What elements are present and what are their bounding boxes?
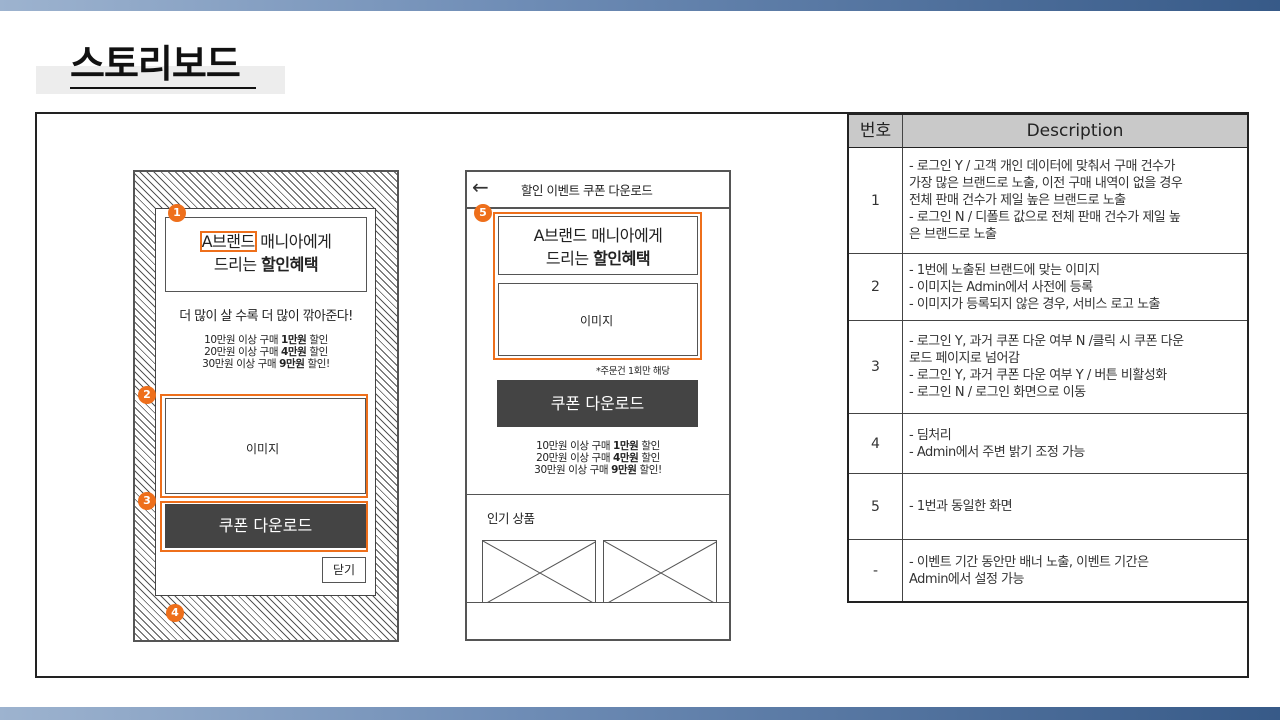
tier-row: 30만원 이상 구매 9만원 할인!	[534, 464, 662, 476]
bottom-accent-bar	[0, 707, 1280, 720]
headline2-line2-bold: 할인혜택	[593, 249, 651, 268]
coupon-note: *주문건 1회만 해당	[596, 366, 670, 377]
table-row: 1 - 로그인 Y / 고객 개인 데이터에 맞춰서 구매 건수가 가장 많은 브…	[849, 148, 1247, 254]
row-description: - 로그인 Y, 과거 쿠폰 다운 여부 N /클릭 시 쿠폰 다운 로드 페이지…	[909, 334, 1184, 400]
headline-line1-rest: 매니아에게	[255, 232, 332, 251]
title-underline	[70, 87, 256, 89]
coupon-download-button-2[interactable]: 쿠폰 다운로드	[497, 380, 698, 427]
page-title: 스토리보드	[70, 42, 241, 86]
headline-box-2: A브랜드 매니아에게 드리는 할인혜택	[498, 216, 698, 275]
badge-1: 1	[168, 204, 186, 222]
headline2-line1: A브랜드 매니아에게	[533, 226, 663, 245]
bottom-tab-bar	[467, 602, 729, 639]
brand-name-highlight: A브랜드	[199, 231, 257, 252]
tagline: 더 많이 살 수록 더 많이 깎아준다!	[179, 309, 353, 324]
table-row: 2 - 1번에 노출된 브랜드에 맞는 이미지 - 이미지는 Admin에서 사전…	[849, 254, 1247, 321]
tier-row: 20만원 이상 구매 4만원 할인	[204, 346, 328, 358]
tier-row: 10만원 이상 구매 1만원 할인	[204, 334, 328, 346]
popular-products-title: 인기 상품	[487, 511, 535, 526]
close-button[interactable]: 닫기	[322, 557, 366, 583]
header-number: 번호	[849, 115, 903, 148]
coupon-download-button[interactable]: 쿠폰 다운로드	[165, 504, 366, 548]
header-description: Description	[903, 115, 1247, 148]
description-table: 번호 Description 1 - 로그인 Y / 고객 개인 데이터에 맞춰…	[847, 113, 1249, 603]
tier-row: 30만원 이상 구매 9만원 할인!	[202, 358, 330, 370]
section-divider	[467, 494, 729, 495]
badge-4: 4	[166, 604, 184, 622]
page-header-title: 할인 이벤트 쿠폰 다운로드	[521, 183, 653, 198]
row-description: - 이벤트 기간 동안만 배너 노출, 이벤트 기간은 Admin에서 설정 가능	[909, 554, 1149, 587]
product-placeholder[interactable]	[603, 540, 717, 604]
row-number: 3	[849, 321, 903, 413]
table-row: 4 - 딤처리 - Admin에서 주변 밝기 조정 가능	[849, 414, 1247, 474]
header-divider	[467, 207, 729, 209]
headline2-line2-prefix: 드리는	[545, 249, 594, 268]
table-row: - - 이벤트 기간 동안만 배너 노출, 이벤트 기간은 Admin에서 설정 …	[849, 540, 1247, 601]
image-placeholder-icon	[483, 541, 595, 603]
badge-2: 2	[138, 386, 156, 404]
tier-row: 20만원 이상 구매 4만원 할인	[536, 452, 660, 464]
top-accent-bar	[0, 0, 1280, 11]
image-label: 이미지	[246, 442, 280, 456]
row-number: 2	[849, 254, 903, 320]
image-label-2: 이미지	[580, 314, 614, 328]
badge-5: 5	[474, 204, 492, 222]
product-placeholder[interactable]	[482, 540, 596, 604]
discount-tiers-2: 10만원 이상 구매 1만원 할인 20만원 이상 구매 4만원 할인 30만원…	[492, 440, 704, 476]
row-number: 1	[849, 148, 903, 253]
headline-box: A브랜드 매니아에게 드리는 할인혜택	[165, 217, 367, 292]
headline-line2-bold: 할인혜택	[261, 255, 319, 274]
row-description: - 1번에 노출된 브랜드에 맞는 이미지 - 이미지는 Admin에서 사전에 …	[909, 262, 1161, 312]
table-row: 3 - 로그인 Y, 과거 쿠폰 다운 여부 N /클릭 시 쿠폰 다운 로드 페…	[849, 321, 1247, 414]
row-description: - 딤처리 - Admin에서 주변 밝기 조정 가능	[909, 427, 1085, 460]
tier-row: 10만원 이상 구매 1만원 할인	[536, 440, 660, 452]
table-row: 5 - 1번과 동일한 화면	[849, 474, 1247, 540]
row-number: 4	[849, 414, 903, 473]
row-number: 5	[849, 474, 903, 539]
discount-tiers: 10만원 이상 구매 1만원 할인 20만원 이상 구매 4만원 할인 30만원…	[160, 334, 372, 370]
headline-line2-prefix: 드리는	[213, 255, 262, 274]
row-number: -	[849, 540, 903, 601]
row-description: - 로그인 Y / 고객 개인 데이터에 맞춰서 구매 건수가 가장 많은 브랜드…	[909, 159, 1183, 242]
image-placeholder-icon	[604, 541, 716, 603]
row-description: - 1번과 동일한 화면	[909, 499, 1013, 514]
badge-3: 3	[138, 492, 156, 510]
back-arrow-icon[interactable]: ←	[472, 175, 489, 199]
